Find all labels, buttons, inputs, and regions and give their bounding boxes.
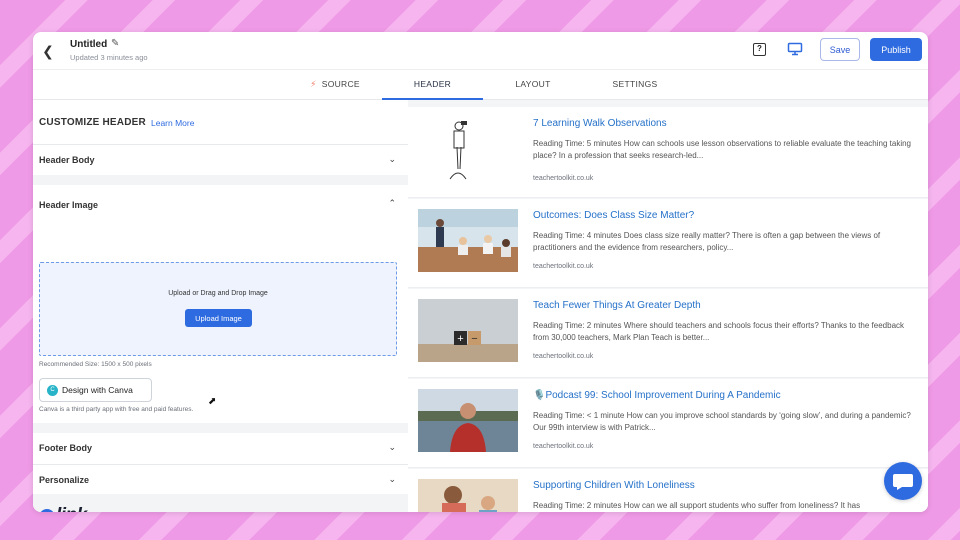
chat-button[interactable]: [884, 462, 922, 500]
tab-header[interactable]: HEADER: [382, 70, 483, 100]
lightning-bolt-icon: ⚡︎: [310, 79, 317, 89]
desktop-preview-icon[interactable]: [787, 42, 803, 56]
recommended-size-text: Recommended Size: 1500 x 500 pixels: [39, 361, 152, 368]
article-source: teachertoolkit.co.uk: [533, 263, 594, 270]
edit-pencil-icon[interactable]: ✎: [111, 38, 119, 49]
article-description: Reading Time: 2 minutes Where should tea…: [533, 321, 905, 342]
article-card[interactable]: Outcomes: Does Class Size Matter? Readin…: [408, 199, 928, 288]
tab-bar: ⚡︎ SOURCE HEADER LAYOUT SETTINGS: [33, 70, 928, 100]
divider: [33, 423, 408, 433]
article-source: teachertoolkit.co.uk: [533, 443, 594, 450]
divider: [33, 175, 408, 185]
article-thumbnail: [418, 117, 518, 180]
section-footer-body[interactable]: Footer Body ⌄: [33, 433, 408, 463]
upload-image-button[interactable]: Upload Image: [185, 309, 252, 327]
document-title: Untitled: [70, 39, 108, 50]
section-header-image-label: Header Image: [39, 200, 99, 210]
image-drop-zone[interactable]: Upload or Drag and Drop Image Upload Ima…: [39, 262, 397, 356]
article-source: teachertoolkit.co.uk: [533, 175, 594, 182]
design-with-canva-button[interactable]: C Design with Canva: [39, 378, 152, 402]
article-title[interactable]: 🎙️Podcast 99: School Improvement During …: [533, 390, 781, 401]
elink-logo: elink: [39, 505, 87, 512]
preview-panel: 7 Learning Walk Observations Reading Tim…: [408, 100, 928, 512]
canva-button-label: Design with Canva: [62, 385, 133, 395]
article-description: Reading Time: 5 minutes How can schools …: [533, 139, 911, 160]
divider: [33, 494, 408, 512]
article-thumbnail: + −: [418, 299, 518, 362]
tab-settings-label: SETTINGS: [612, 79, 658, 89]
article-title[interactable]: Supporting Children With Loneliness: [533, 480, 695, 491]
chevron-down-icon: ⌄: [388, 442, 396, 452]
section-footer-body-label: Footer Body: [39, 443, 92, 453]
tab-header-label: HEADER: [413, 79, 452, 89]
mouse-cursor-icon: ⬈: [208, 396, 217, 407]
article-title[interactable]: Teach Fewer Things At Greater Depth: [533, 300, 701, 311]
section-personalize[interactable]: Personalize ⌄: [33, 464, 408, 494]
tab-layout-label: LAYOUT: [515, 79, 551, 89]
article-source: teachertoolkit.co.uk: [533, 353, 594, 360]
article-thumbnail: [418, 389, 518, 452]
article-card[interactable]: 7 Learning Walk Observations Reading Tim…: [408, 107, 928, 198]
last-updated-text: Updated 3 minutes ago: [70, 53, 148, 62]
article-description: Reading Time: < 1 minute How can you imp…: [533, 411, 911, 432]
section-header-body[interactable]: Header Body ⌄: [33, 144, 408, 174]
upload-instruction: Upload or Drag and Drop Image: [168, 290, 268, 297]
article-card[interactable]: + − Teach Fewer Things At Greater Depth …: [408, 289, 928, 378]
article-thumbnail: [418, 479, 518, 512]
article-description: Reading Time: 2 minutes How can we all s…: [533, 501, 861, 510]
app-window: ❮ Untitled ✎ Updated 3 minutes ago ? Sav…: [33, 32, 928, 512]
top-bar: ❮ Untitled ✎ Updated 3 minutes ago ? Sav…: [33, 32, 928, 70]
tab-layout[interactable]: LAYOUT: [508, 70, 558, 100]
article-card[interactable]: Supporting Children With Loneliness Read…: [408, 469, 928, 512]
svg-text:+: +: [457, 333, 463, 345]
tab-source-label: SOURCE: [321, 79, 360, 89]
section-header-body-label: Header Body: [39, 155, 95, 165]
article-description: Reading Time: 4 minutes Does class size …: [533, 231, 881, 252]
save-button[interactable]: Save: [820, 38, 860, 61]
help-icon[interactable]: ?: [753, 43, 766, 56]
article-title[interactable]: 7 Learning Walk Observations: [533, 118, 667, 129]
panel-title: CUSTOMIZE HEADER: [39, 117, 146, 128]
article-title[interactable]: Outcomes: Does Class Size Matter?: [533, 210, 694, 221]
back-arrow-icon[interactable]: ❮: [38, 41, 58, 61]
tab-source[interactable]: ⚡︎ SOURCE: [305, 70, 365, 100]
publish-button[interactable]: Publish: [870, 38, 922, 61]
article-card[interactable]: 🎙️Podcast 99: School Improvement During …: [408, 379, 928, 468]
article-thumbnail: [418, 209, 518, 272]
canva-note: Canva is a third party app with free and…: [39, 406, 194, 413]
canva-icon: C: [47, 385, 58, 396]
svg-text:−: −: [471, 333, 477, 345]
tab-settings[interactable]: SETTINGS: [605, 70, 665, 100]
learn-more-link[interactable]: Learn More: [151, 118, 194, 128]
chat-bubble-icon: [893, 474, 913, 490]
chevron-up-icon: ⌃: [388, 198, 396, 208]
customize-panel: CUSTOMIZE HEADER Learn More Header Body …: [33, 100, 408, 512]
chevron-down-icon: ⌄: [388, 154, 396, 164]
chevron-down-icon: ⌄: [388, 474, 396, 484]
section-personalize-label: Personalize: [39, 475, 90, 485]
section-header-image[interactable]: Header Image ⌃: [33, 186, 408, 228]
